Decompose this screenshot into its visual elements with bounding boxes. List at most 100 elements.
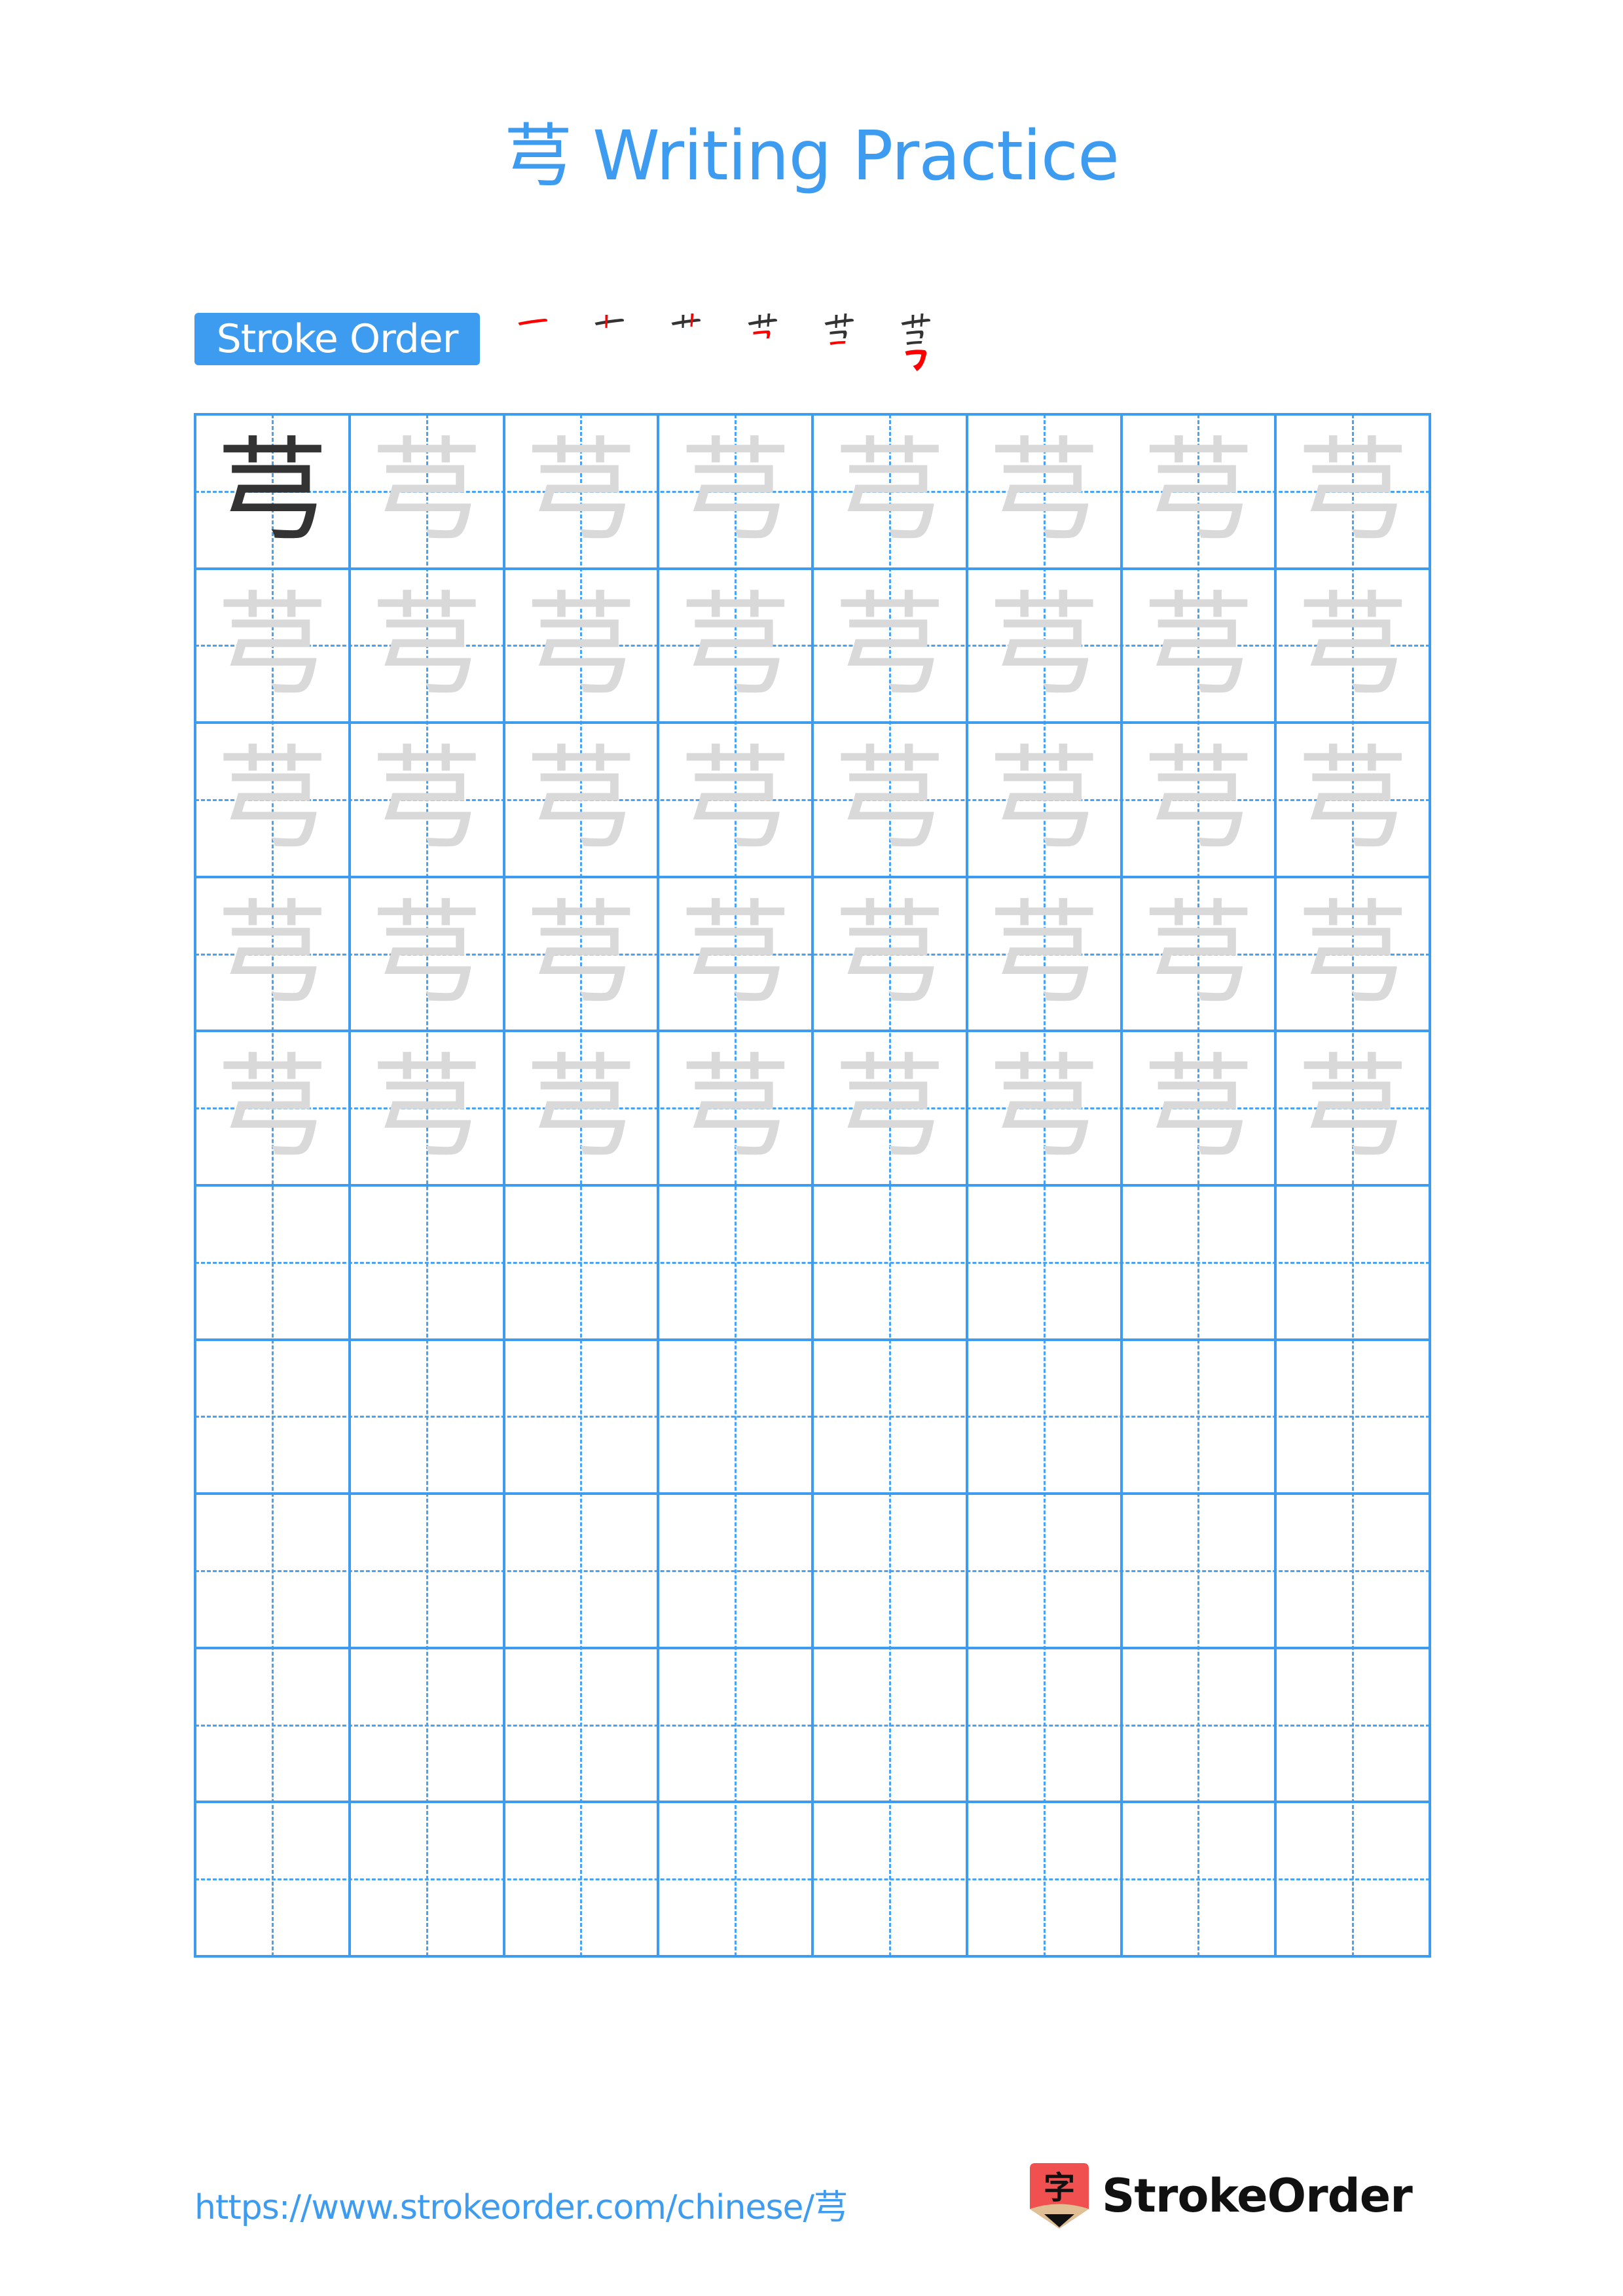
trace-character: 芎 <box>1142 580 1254 710</box>
empty-practice-cell <box>195 1802 350 1956</box>
trace-character: 芎 <box>988 734 1100 865</box>
empty-practice-cell <box>967 1648 1122 1803</box>
stroke-path <box>753 331 771 338</box>
practice-grid: 芎芎芎芎芎芎芎芎芎芎芎芎芎芎芎芎芎芎芎芎芎芎芎芎芎芎芎芎芎芎芎芎芎芎芎芎芎芎芎芎 <box>194 413 1431 1958</box>
empty-practice-cell <box>195 1648 350 1803</box>
trace-character: 芎 <box>1142 1043 1254 1173</box>
trace-character: 芎 <box>216 580 328 710</box>
empty-practice-cell <box>1122 1648 1276 1803</box>
stroke-path <box>748 319 777 325</box>
empty-practice-cell <box>1275 1185 1430 1340</box>
trace-character: 芎 <box>371 734 483 865</box>
stroke-path <box>905 350 927 371</box>
stroke-path <box>830 331 847 338</box>
stroke-path <box>911 315 915 328</box>
trace-character: 芎 <box>216 888 328 1018</box>
trace-character: 芎 <box>988 580 1100 710</box>
stroke-step-2 <box>572 303 647 375</box>
stroke-step-5 <box>802 303 877 375</box>
stroke-path <box>671 319 701 325</box>
empty-practice-cell <box>504 1494 659 1648</box>
model-character: 芎 <box>216 426 328 556</box>
stroke-step-3 <box>649 303 724 375</box>
stroke-path <box>594 319 624 325</box>
empty-practice-cell <box>350 1802 504 1956</box>
stroke-step-1 <box>496 303 571 375</box>
trace-character: 芎 <box>1297 1043 1409 1173</box>
trace-character: 芎 <box>525 888 637 1018</box>
empty-practice-cell <box>812 1648 967 1803</box>
empty-practice-cell <box>812 1802 967 1956</box>
trace-character: 芎 <box>988 1043 1100 1173</box>
trace-character: 芎 <box>371 888 483 1018</box>
stroke-step-4 <box>725 303 801 375</box>
empty-practice-cell <box>1275 1802 1430 1956</box>
empty-practice-cell <box>812 1340 967 1494</box>
trace-character: 芎 <box>680 888 792 1018</box>
empty-practice-cell <box>967 1802 1122 1956</box>
page-title: 芎 Writing Practice <box>504 116 1120 196</box>
trace-character: 芎 <box>680 734 792 865</box>
empty-practice-cell <box>812 1494 967 1648</box>
empty-practice-cell <box>658 1340 812 1494</box>
brand-logo[interactable]: 字 StrokeOrder <box>1030 2163 1413 2229</box>
empty-practice-cell <box>504 1340 659 1494</box>
trace-character: 芎 <box>371 580 483 710</box>
empty-practice-cell <box>1275 1494 1430 1648</box>
empty-practice-cell <box>195 1494 350 1648</box>
stroke-path <box>824 319 854 325</box>
empty-practice-cell <box>1275 1340 1430 1494</box>
stroke-path <box>906 341 922 345</box>
trace-character: 芎 <box>525 734 637 865</box>
stroke-path <box>835 315 838 328</box>
trace-character: 芎 <box>833 888 945 1018</box>
trace-character: 芎 <box>1142 888 1254 1018</box>
trace-character: 芎 <box>525 1043 637 1173</box>
empty-practice-cell <box>504 1648 659 1803</box>
empty-practice-cell <box>812 1185 967 1340</box>
empty-practice-cell <box>1122 1802 1276 1956</box>
empty-practice-cell <box>1122 1340 1276 1494</box>
trace-character: 芎 <box>833 580 945 710</box>
trace-character: 芎 <box>216 734 328 865</box>
empty-practice-cell <box>658 1648 812 1803</box>
empty-practice-cell <box>350 1340 504 1494</box>
trace-character: 芎 <box>216 1043 328 1173</box>
empty-practice-cell <box>1122 1185 1276 1340</box>
stroke-step-6 <box>879 303 954 375</box>
trace-character: 芎 <box>988 888 1100 1018</box>
trace-character: 芎 <box>680 580 792 710</box>
empty-practice-cell <box>967 1340 1122 1494</box>
brand-name: StrokeOrder <box>1102 2169 1413 2223</box>
empty-practice-cell <box>350 1648 504 1803</box>
trace-character: 芎 <box>1297 888 1409 1018</box>
trace-character: 芎 <box>525 580 637 710</box>
empty-practice-cell <box>658 1185 812 1340</box>
stroke-path <box>758 315 761 328</box>
logo-glyph: 字 <box>1044 2170 1075 2206</box>
stroke-path <box>901 319 930 325</box>
trace-character: 芎 <box>371 426 483 556</box>
empty-practice-cell <box>658 1802 812 1956</box>
trace-character: 芎 <box>988 426 1100 556</box>
stroke-path <box>906 331 924 338</box>
empty-practice-cell <box>195 1340 350 1494</box>
stroke-path <box>518 319 547 325</box>
stroke-path <box>682 315 685 328</box>
empty-practice-cell <box>967 1494 1122 1648</box>
empty-practice-cell <box>658 1494 812 1648</box>
trace-character: 芎 <box>1142 426 1254 556</box>
stroke-order-section: Stroke Order <box>194 312 954 371</box>
trace-character: 芎 <box>371 1043 483 1173</box>
trace-character: 芎 <box>680 1043 792 1173</box>
empty-practice-cell <box>350 1494 504 1648</box>
trace-character: 芎 <box>833 426 945 556</box>
stroke-path <box>605 315 608 328</box>
trace-character: 芎 <box>525 426 637 556</box>
trace-character: 芎 <box>680 426 792 556</box>
stroke-order-badge: Stroke Order <box>194 313 480 365</box>
footer-url-link[interactable]: https://www.strokeorder.com/chinese/芎 <box>194 2179 848 2229</box>
trace-character: 芎 <box>1142 734 1254 865</box>
empty-practice-cell <box>504 1185 659 1340</box>
empty-practice-cell <box>1275 1648 1430 1803</box>
